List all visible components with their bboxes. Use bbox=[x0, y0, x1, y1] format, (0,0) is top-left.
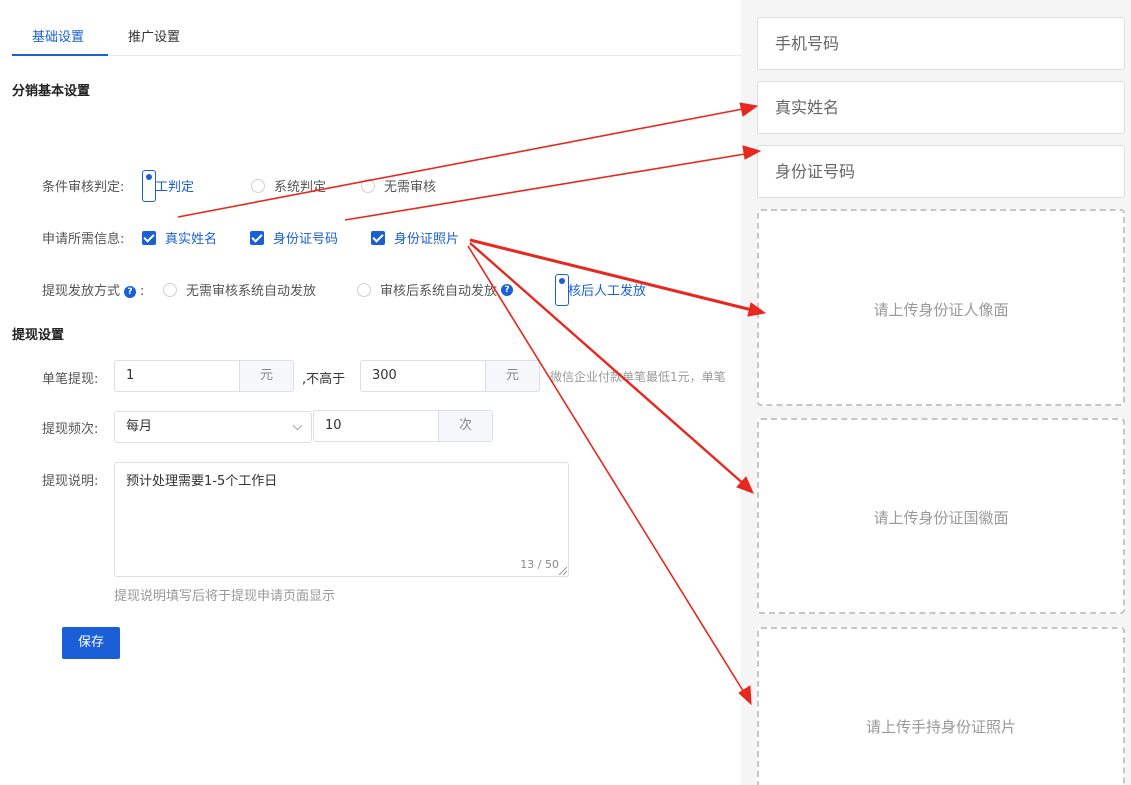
preview-field-id-number[interactable]: 身份证号码 bbox=[757, 145, 1125, 198]
help-icon[interactable]: ? bbox=[124, 286, 137, 298]
frequency-label: 提现频次: bbox=[42, 422, 99, 437]
withdraw-note-label: 提现说明: bbox=[42, 474, 99, 489]
section-title-distribution: 分销基本设置 bbox=[12, 84, 91, 99]
preview-field-placeholder: 真实姓名 bbox=[775, 98, 840, 117]
payout-method-label: 提现发放方式?: bbox=[42, 280, 144, 299]
payout-option-label: 审核后系统自动发放 bbox=[380, 284, 498, 299]
checkbox-checked-icon bbox=[371, 230, 385, 245]
upload-label: 请上传手持身份证照片 bbox=[865, 718, 1016, 736]
upload-label: 请上传身份证国徽面 bbox=[873, 509, 1009, 527]
max-amount-value[interactable]: 300 bbox=[361, 361, 485, 391]
preview-field-placeholder: 身份证号码 bbox=[775, 162, 856, 181]
radio-icon bbox=[251, 178, 265, 193]
single-withdraw-hint: 微信企业付款单笔最低1元，单笔 bbox=[550, 370, 726, 384]
tab-basic-settings[interactable]: 基础设置 bbox=[32, 26, 84, 45]
tab-promotion-settings[interactable]: 推广设置 bbox=[128, 26, 180, 45]
upload-id-back[interactable]: 请上传身份证国徽面 bbox=[757, 418, 1125, 614]
settings-tabs: 基础设置 推广设置 bbox=[12, 16, 741, 56]
radio-icon bbox=[142, 169, 156, 202]
period-value: 每月 bbox=[126, 419, 153, 434]
payout-method-text: 提现发放方式 bbox=[42, 284, 121, 299]
payout-radio-auto-no-audit[interactable]: 无需审核系统自动发放 bbox=[163, 280, 316, 299]
preview-panel: 手机号码 真实姓名 身份证号码 请上传身份证人像面 请上传身份证国徽面 请上传手… bbox=[741, 0, 1131, 785]
chevron-down-icon bbox=[292, 420, 303, 431]
checkbox-label: 真实姓名 bbox=[165, 232, 218, 247]
checkbox-id-number[interactable]: 身份证号码 bbox=[250, 228, 338, 247]
max-separator-text: ,不高于 bbox=[302, 372, 346, 387]
withdraw-note-hint: 提现说明填写后将于提现申请页面显示 bbox=[114, 589, 336, 604]
radio-icon bbox=[163, 282, 177, 297]
frequency-count-input[interactable]: 10 次 bbox=[313, 410, 493, 442]
preview-field-phone[interactable]: 手机号码 bbox=[757, 17, 1125, 70]
resize-handle-icon[interactable] bbox=[559, 567, 567, 575]
radio-icon bbox=[555, 273, 569, 306]
payout-radio-manual-after-audit[interactable]: 审核后人工发放 bbox=[555, 273, 646, 306]
settings-panel: 基础设置 推广设置 分销基本设置 条件审核判定: 人工判定 系统判定 无需审核 … bbox=[0, 0, 741, 785]
frequency-count-value[interactable]: 10 bbox=[314, 411, 438, 441]
checkbox-checked-icon bbox=[250, 230, 264, 245]
checkbox-id-photo[interactable]: 身份证照片 bbox=[371, 228, 459, 247]
save-button[interactable]: 保存 bbox=[62, 627, 120, 659]
upload-label: 请上传身份证人像面 bbox=[873, 301, 1009, 319]
min-amount-value[interactable]: 1 bbox=[115, 361, 239, 391]
active-tab-indicator bbox=[12, 54, 108, 56]
preview-field-real-name[interactable]: 真实姓名 bbox=[757, 81, 1125, 134]
payout-radio-auto-after-audit[interactable]: 审核后系统自动发放 ? bbox=[357, 280, 514, 299]
payout-option-label: 无需审核系统自动发放 bbox=[186, 284, 317, 299]
withdraw-note-value[interactable]: 预计处理需要1-5个工作日 bbox=[126, 470, 277, 489]
upload-id-in-hand[interactable]: 请上传手持身份证照片 bbox=[757, 627, 1125, 785]
frequency-count-unit: 次 bbox=[438, 411, 492, 441]
upload-id-front[interactable]: 请上传身份证人像面 bbox=[757, 209, 1125, 406]
checkbox-label: 身份证照片 bbox=[394, 232, 460, 247]
min-amount-unit: 元 bbox=[239, 361, 293, 391]
audit-option-label: 无需审核 bbox=[384, 180, 437, 195]
section-title-withdraw: 提现设置 bbox=[12, 328, 65, 343]
help-icon[interactable]: ? bbox=[501, 283, 514, 296]
audit-mode-label: 条件审核判定: bbox=[42, 180, 125, 195]
checkbox-checked-icon bbox=[142, 230, 156, 245]
radio-icon bbox=[357, 282, 371, 297]
frequency-period-select[interactable]: 每月 bbox=[114, 411, 312, 443]
audit-option-label: 系统判定 bbox=[274, 180, 327, 195]
withdraw-note-textarea[interactable]: 预计处理需要1-5个工作日 13 / 50 bbox=[114, 462, 569, 577]
max-amount-unit: 元 bbox=[485, 361, 539, 391]
checkbox-label: 身份证号码 bbox=[273, 232, 339, 247]
audit-radio-manual[interactable]: 人工判定 bbox=[142, 169, 194, 202]
single-withdraw-label: 单笔提现: bbox=[42, 372, 99, 387]
label-colon: : bbox=[140, 284, 145, 299]
radio-icon bbox=[361, 178, 375, 193]
audit-radio-none[interactable]: 无需审核 bbox=[361, 176, 436, 195]
max-amount-input[interactable]: 300 元 bbox=[360, 360, 540, 392]
min-amount-input[interactable]: 1 元 bbox=[114, 360, 294, 392]
required-info-label: 申请所需信息: bbox=[42, 232, 125, 247]
char-counter: 13 / 50 bbox=[520, 558, 559, 571]
checkbox-real-name[interactable]: 真实姓名 bbox=[142, 228, 217, 247]
audit-radio-system[interactable]: 系统判定 bbox=[251, 176, 326, 195]
preview-field-placeholder: 手机号码 bbox=[775, 34, 840, 53]
